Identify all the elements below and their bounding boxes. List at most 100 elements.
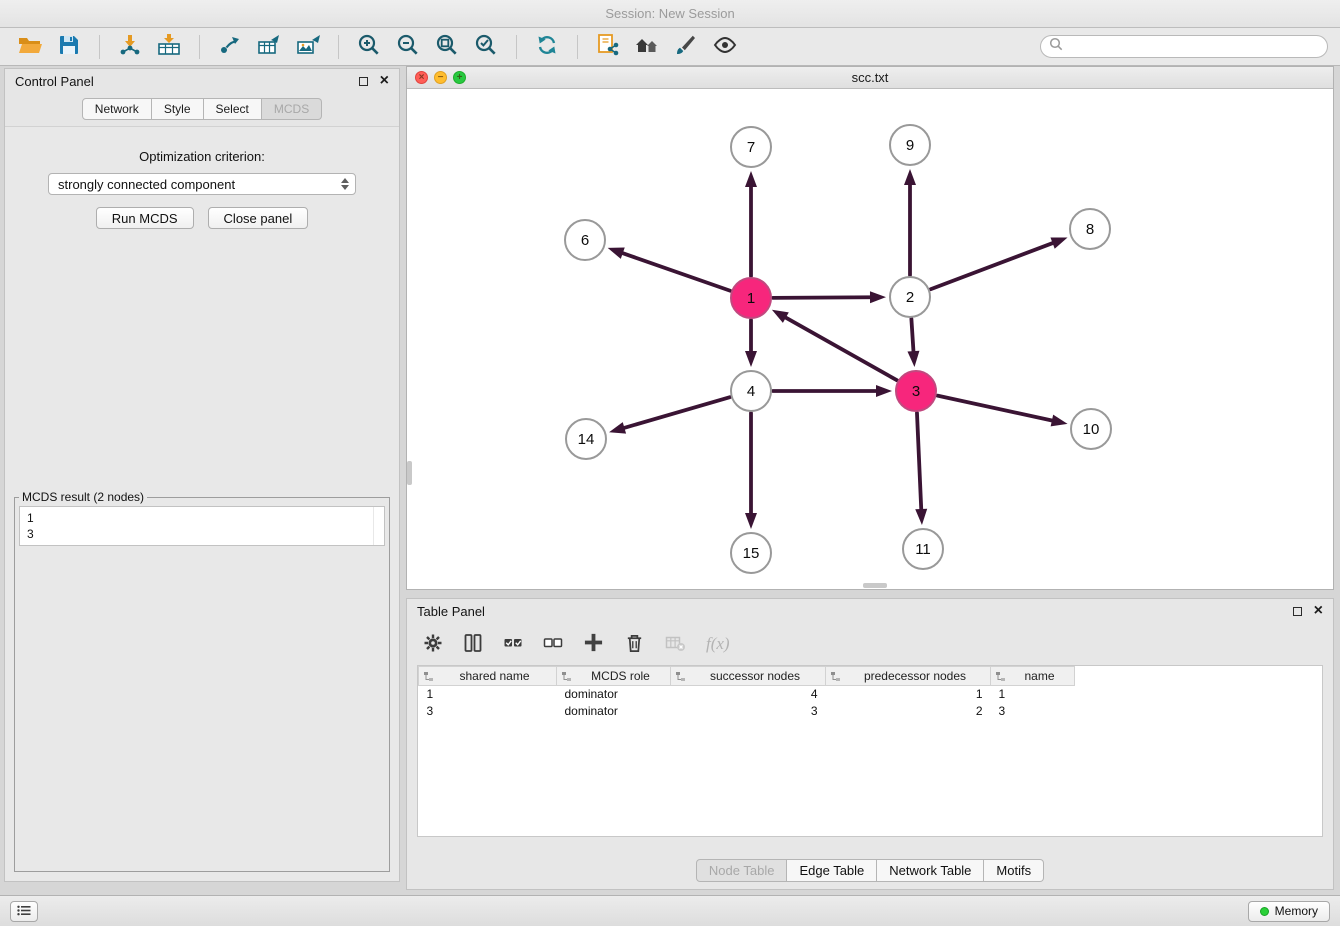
maximize-window-button[interactable]: + bbox=[453, 71, 466, 84]
table-panel: Table Panel × bbox=[406, 598, 1334, 890]
save-icon bbox=[57, 33, 81, 60]
column-chooser-button[interactable] bbox=[463, 633, 483, 656]
table-settings-button[interactable] bbox=[423, 633, 443, 656]
graph-node-2[interactable]: 2 bbox=[890, 277, 930, 317]
gear-icon bbox=[423, 633, 443, 656]
table-cell: 1 bbox=[991, 686, 1075, 703]
import-table-button[interactable] bbox=[151, 31, 187, 63]
column-header-mcds-role[interactable]: MCDS role bbox=[557, 667, 671, 686]
node-table-header-row: shared name MCDS role successor nodes pr… bbox=[419, 667, 1075, 686]
tab-select[interactable]: Select bbox=[204, 98, 262, 120]
node-label: 8 bbox=[1086, 221, 1094, 238]
trash-icon bbox=[624, 632, 645, 657]
graph-node-4[interactable]: 4 bbox=[731, 371, 771, 411]
network-canvas[interactable]: 1 2 3 4 6 7 8 9 10 11 14 15 bbox=[407, 89, 1333, 589]
column-header-successor-nodes[interactable]: successor nodes bbox=[671, 667, 826, 686]
graph-edge[interactable] bbox=[620, 252, 730, 291]
float-table-panel-icon[interactable] bbox=[1293, 607, 1302, 616]
graph-node-8[interactable]: 8 bbox=[1070, 209, 1110, 249]
graph-node-7[interactable]: 7 bbox=[731, 127, 771, 167]
fx-icon: f(x) bbox=[706, 634, 730, 654]
add-column-button[interactable] bbox=[583, 632, 604, 656]
graph-node-10[interactable]: 10 bbox=[1071, 409, 1111, 449]
table-cell: 2 bbox=[826, 703, 991, 720]
tab-network[interactable]: Network bbox=[82, 98, 152, 120]
refresh-layout-button[interactable] bbox=[529, 31, 565, 63]
close-table-panel-icon[interactable]: × bbox=[1314, 604, 1323, 618]
graph-node-6[interactable]: 6 bbox=[565, 220, 605, 260]
import-network-button[interactable] bbox=[112, 31, 148, 63]
network-graph[interactable]: 1 2 3 4 6 7 8 9 10 11 14 15 bbox=[407, 89, 1333, 589]
zoom-out-button[interactable] bbox=[390, 31, 426, 63]
criterion-dropdown-value: strongly connected component bbox=[58, 177, 235, 192]
vertical-scrollbar[interactable] bbox=[407, 461, 412, 485]
graph-node-14[interactable]: 14 bbox=[566, 419, 606, 459]
graph-node-1[interactable]: 1 bbox=[731, 278, 771, 318]
graph-edge[interactable] bbox=[622, 397, 730, 429]
tab-network-table[interactable]: Network Table bbox=[877, 859, 984, 882]
search-input[interactable] bbox=[1068, 39, 1319, 55]
close-window-button[interactable]: × bbox=[415, 71, 428, 84]
graph-edge[interactable] bbox=[931, 242, 1056, 289]
graph-node-15[interactable]: 15 bbox=[731, 533, 771, 573]
edge-arrowhead bbox=[1050, 237, 1067, 248]
criterion-dropdown[interactable]: strongly connected component bbox=[48, 173, 356, 195]
tab-motifs[interactable]: Motifs bbox=[984, 859, 1044, 882]
tab-edge-table[interactable]: Edge Table bbox=[787, 859, 877, 882]
memory-button[interactable]: Memory bbox=[1248, 901, 1330, 922]
export-network-button[interactable] bbox=[212, 31, 248, 63]
save-session-button[interactable] bbox=[51, 31, 87, 63]
plus-icon bbox=[583, 632, 604, 656]
close-panel-button[interactable]: Close panel bbox=[208, 207, 309, 229]
zoom-in-icon bbox=[357, 33, 381, 60]
close-panel-icon[interactable]: × bbox=[380, 74, 389, 88]
mcds-result-box[interactable]: 1 3 bbox=[19, 506, 385, 546]
tab-node-table[interactable]: Node Table bbox=[696, 859, 788, 882]
zoom-fit-button[interactable] bbox=[429, 31, 465, 63]
delete-column-button[interactable] bbox=[624, 632, 645, 657]
graph-edge[interactable] bbox=[937, 396, 1054, 421]
zoom-selected-button[interactable] bbox=[468, 31, 504, 63]
open-file-button[interactable] bbox=[12, 31, 48, 63]
task-history-button[interactable] bbox=[10, 901, 38, 922]
run-mcds-button[interactable]: Run MCDS bbox=[96, 207, 194, 229]
clear-selection-button[interactable] bbox=[543, 633, 563, 656]
main-area: Control Panel × Network Style Select MCD… bbox=[0, 66, 1340, 895]
column-type-icon bbox=[830, 671, 841, 685]
graph-edge[interactable] bbox=[773, 297, 873, 298]
table-cell: 3 bbox=[991, 703, 1075, 720]
table-row[interactable]: 1 dominator 4 1 1 bbox=[419, 686, 1075, 703]
select-all-button[interactable] bbox=[503, 633, 523, 656]
tab-mcds[interactable]: MCDS bbox=[262, 98, 322, 120]
column-header-predecessor-nodes[interactable]: predecessor nodes bbox=[826, 667, 991, 686]
node-label: 9 bbox=[906, 137, 914, 154]
minimize-window-button[interactable]: − bbox=[434, 71, 447, 84]
node-label: 2 bbox=[906, 289, 914, 306]
column-header-name[interactable]: name bbox=[991, 667, 1075, 686]
tab-style[interactable]: Style bbox=[152, 98, 204, 120]
show-graphics-details-button[interactable] bbox=[707, 31, 743, 63]
graph-node-3[interactable]: 3 bbox=[896, 371, 936, 411]
style-brush-button[interactable] bbox=[668, 31, 704, 63]
float-panel-icon[interactable] bbox=[359, 77, 368, 86]
horizontal-scrollbar[interactable] bbox=[863, 583, 887, 588]
network-document-button[interactable] bbox=[590, 31, 626, 63]
table-row[interactable]: 3 dominator 3 2 3 bbox=[419, 703, 1075, 720]
graph-node-9[interactable]: 9 bbox=[890, 125, 930, 165]
graph-edge[interactable] bbox=[911, 319, 913, 354]
table-toolbar: f(x) bbox=[407, 623, 1333, 665]
graph-node-11[interactable]: 11 bbox=[903, 529, 943, 569]
zoom-in-button[interactable] bbox=[351, 31, 387, 63]
home-button[interactable] bbox=[629, 31, 665, 63]
column-header-shared-name[interactable]: shared name bbox=[419, 667, 557, 686]
edge-arrowhead bbox=[904, 169, 916, 185]
mcds-result-fieldset: MCDS result (2 nodes) 1 3 bbox=[14, 490, 390, 872]
graph-edge[interactable] bbox=[783, 316, 897, 380]
node-label: 15 bbox=[743, 545, 760, 562]
graph-edge[interactable] bbox=[917, 413, 921, 512]
export-table-button[interactable] bbox=[251, 31, 287, 63]
search-icon bbox=[1049, 37, 1063, 56]
export-network-icon bbox=[217, 33, 243, 60]
export-image-button[interactable] bbox=[290, 31, 326, 63]
node-label: 11 bbox=[915, 541, 931, 558]
